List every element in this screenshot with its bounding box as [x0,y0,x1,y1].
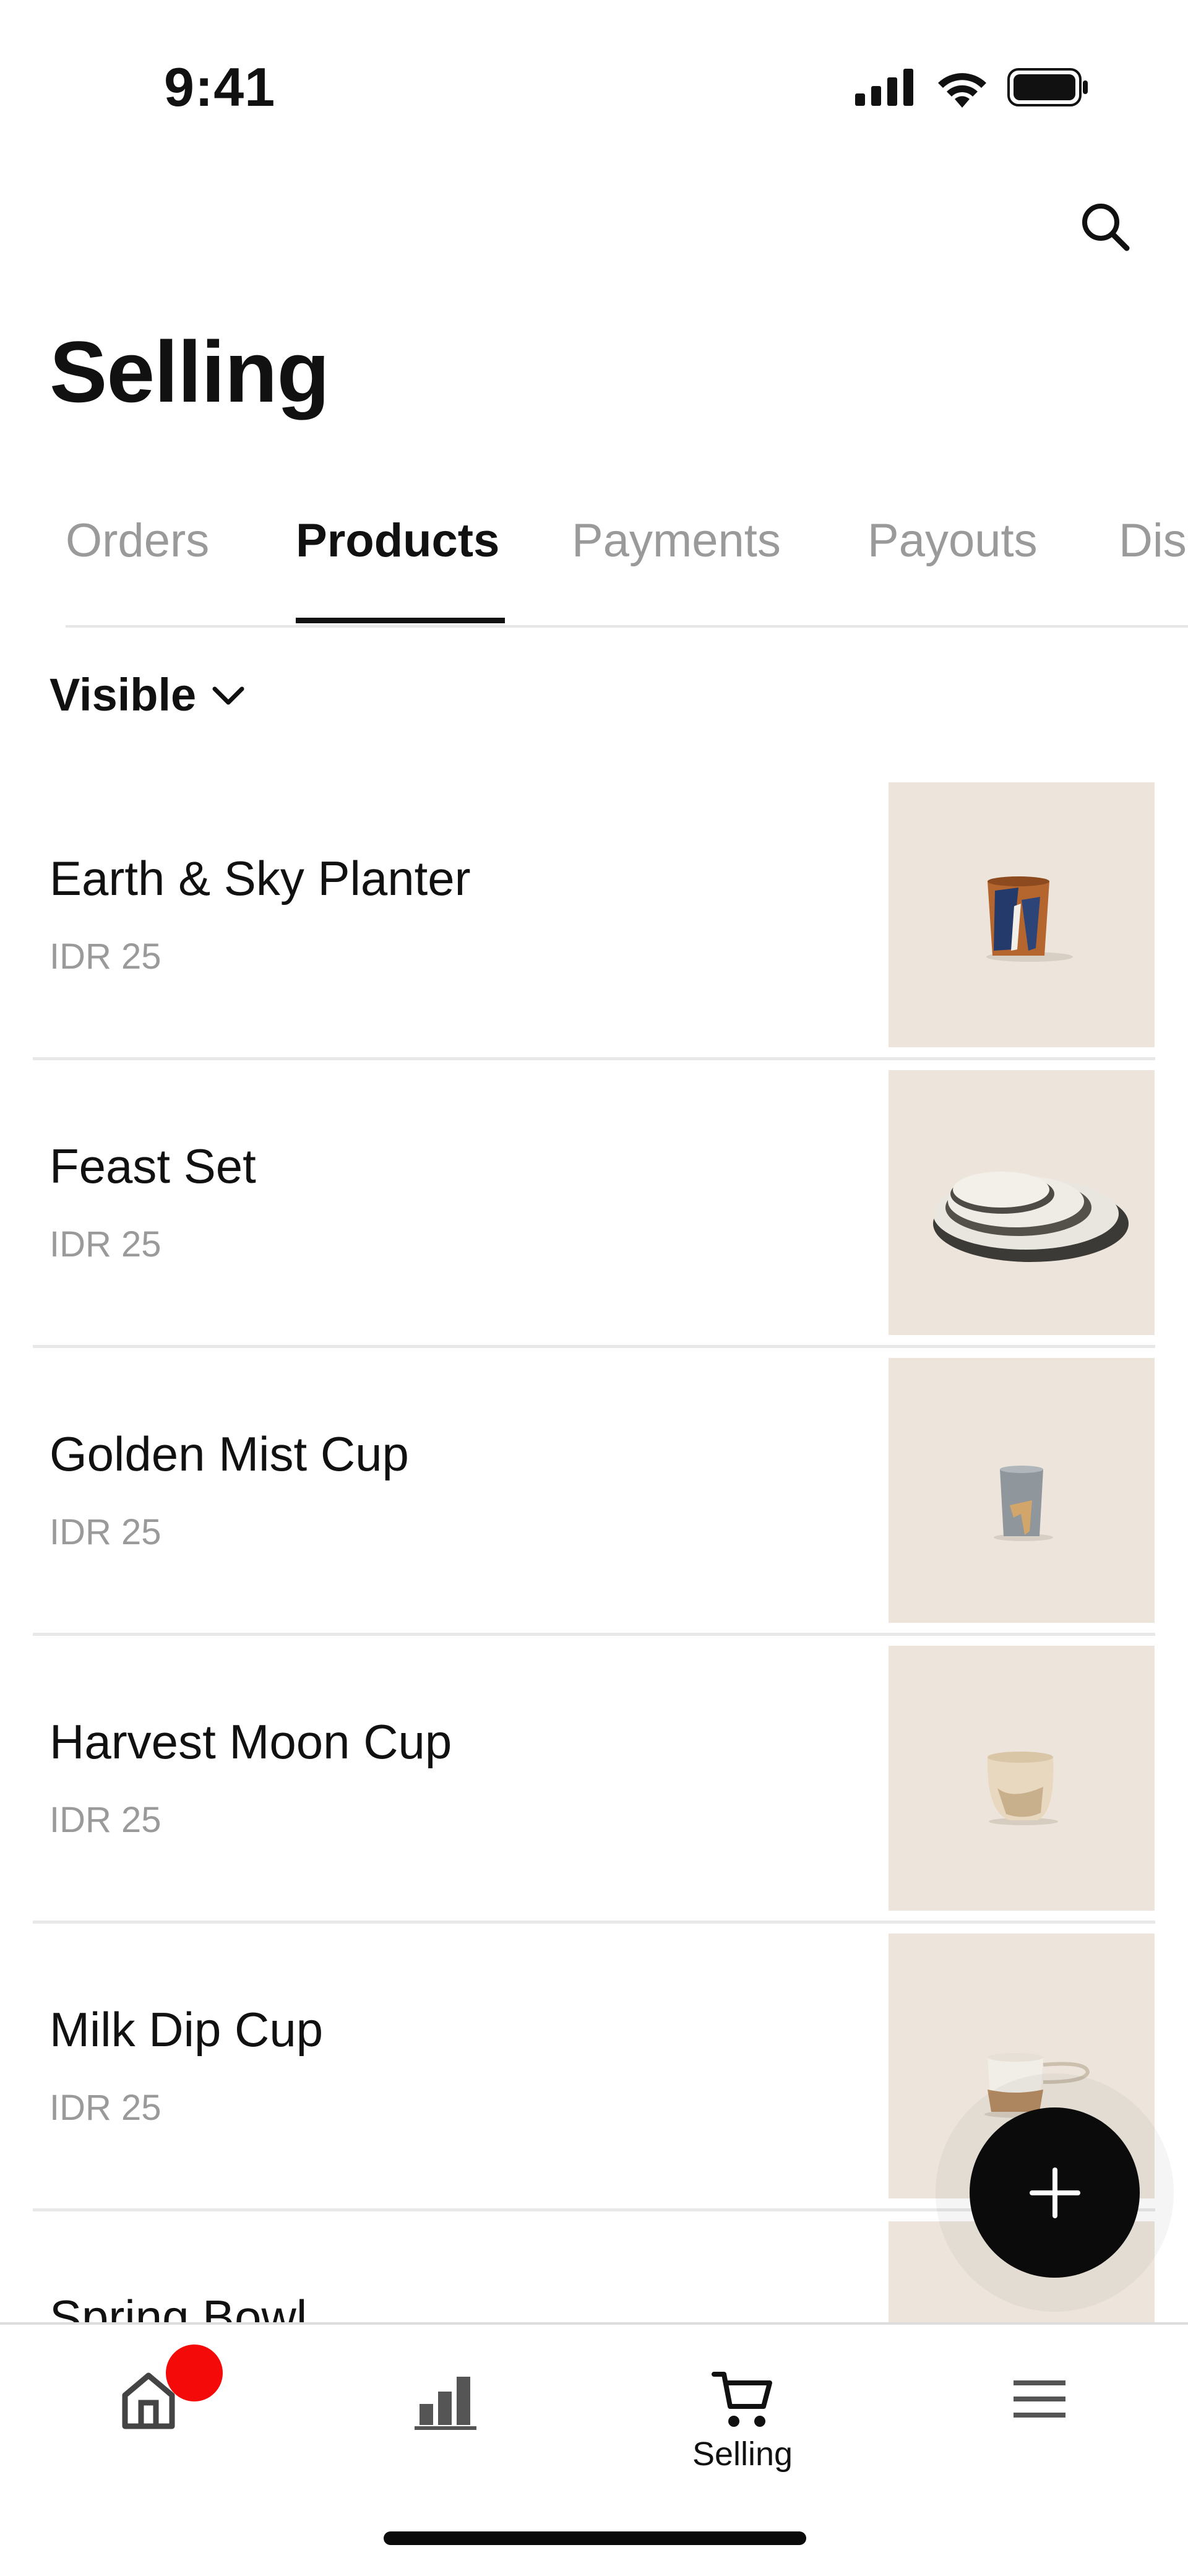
tabs-divider [66,625,1188,628]
product-name: Golden Mist Cup [50,1427,409,1481]
product-thumbnail [889,1646,1155,1911]
battery-icon [1007,68,1088,106]
add-product-button[interactable] [970,2107,1140,2278]
tab-orders[interactable]: Orders [66,514,209,568]
tab-discounts[interactable]: Dis [1119,514,1187,568]
status-bar: 9:41 [0,0,1188,173]
product-row[interactable]: Golden Mist Cup IDR 25 [0,1357,1188,1645]
product-name: Harvest Moon Cup [50,1714,452,1769]
row-divider [33,1921,1155,1924]
menu-icon [1014,2380,1065,2418]
product-price: IDR 25 [50,1800,161,1840]
product-price: IDR 25 [50,1224,161,1264]
search-icon [1082,204,1130,251]
nav-selling-label: Selling [692,2436,793,2473]
product-price: IDR 25 [50,936,161,977]
tab-bar: Orders Products Payments Payouts Dis [0,495,1188,626]
product-name: Feast Set [50,1139,256,1193]
status-time: 9:41 [164,56,276,118]
product-price: IDR 25 [50,2088,161,2128]
row-divider [33,1633,1155,1636]
search-button[interactable] [1077,198,1132,254]
product-name: Earth & Sky Planter [50,851,471,905]
page-title: Selling [50,323,330,420]
chevron-down-icon [212,686,244,704]
tab-payments[interactable]: Payments [572,514,781,568]
product-name: Spring Bowl [50,2290,308,2322]
product-row[interactable]: Earth & Sky Planter IDR 25 [0,781,1188,1069]
product-thumbnail [889,1070,1155,1335]
nav-analytics[interactable] [377,2368,514,2492]
nav-menu[interactable] [971,2368,1108,2492]
signal-icon [855,69,913,106]
tab-payouts[interactable]: Payouts [867,514,1038,568]
wifi-icon [938,73,986,108]
product-thumbnail [889,1358,1155,1623]
cart-icon [712,2372,772,2427]
filter-label: Visible [50,669,197,720]
row-divider [33,1057,1155,1060]
home-indicator [384,2531,806,2545]
product-name: Milk Dip Cup [50,2002,324,2057]
bar-chart-icon [415,2377,476,2430]
product-list: Earth & Sky Planter IDR 25 Feast Set IDR… [0,781,1188,2322]
status-icons [855,67,1089,108]
active-tab-indicator [296,618,505,623]
product-row[interactable]: Harvest Moon Cup IDR 25 [0,1645,1188,1932]
row-divider [33,1345,1155,1348]
product-price: IDR 25 [50,1512,161,1552]
nav-selling[interactable]: Selling [674,2368,811,2492]
visibility-filter-dropdown[interactable]: Visible [50,668,246,721]
product-thumbnail [889,782,1155,1047]
tab-products[interactable]: Products [296,514,499,568]
notification-badge [166,2345,223,2401]
plus-icon [1029,2167,1080,2218]
product-row[interactable]: Feast Set IDR 25 [0,1069,1188,1357]
